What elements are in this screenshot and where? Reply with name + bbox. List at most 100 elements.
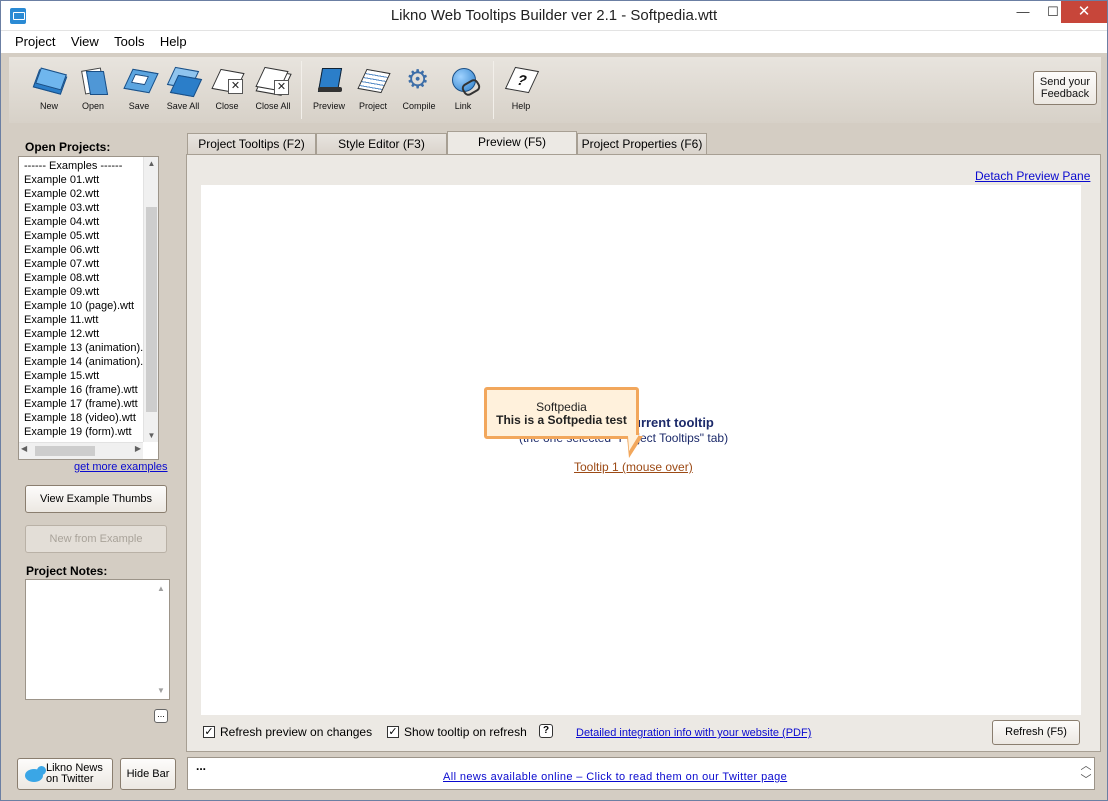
feedback-line2: Feedback <box>1040 88 1090 100</box>
save-all-label: Save All <box>166 101 200 111</box>
integration-info-link[interactable]: Detailed integration info with your webs… <box>576 727 811 739</box>
projects-horizontal-scrollbar[interactable]: ◀ ▶ <box>19 442 143 459</box>
compile-icon <box>404 65 434 95</box>
list-item[interactable]: Example 16 (frame).wtt <box>24 383 158 397</box>
scroll-thumb[interactable] <box>35 446 95 456</box>
list-item[interactable]: Example 11.wtt <box>24 313 158 327</box>
likno-news-twitter-button[interactable]: Likno News on Twitter <box>17 758 113 790</box>
close-window-button[interactable]: ✕ <box>1061 1 1107 23</box>
close-button[interactable]: Close <box>205 61 249 117</box>
project-notes-label: Project Notes: <box>26 564 108 578</box>
list-item[interactable]: Example 07.wtt <box>24 257 158 271</box>
new-button[interactable]: New <box>27 61 71 117</box>
close-all-button[interactable]: Close All <box>251 61 295 117</box>
toolbar-separator <box>301 61 302 119</box>
projects-vertical-scrollbar[interactable]: ▲ ▼ <box>143 157 158 442</box>
open-projects-list[interactable]: ------ Examples ------ Example 01.wtt Ex… <box>18 156 159 460</box>
refresh-on-changes-checkbox[interactable]: ✓ <box>203 726 215 738</box>
tooltip-preview-link[interactable]: Tooltip 1 (mouse over) <box>574 460 693 474</box>
get-more-examples-link[interactable]: get more examples <box>74 461 168 473</box>
hide-bar-button[interactable]: Hide Bar <box>120 758 176 790</box>
main-window: Likno Web Tooltips Builder ver 2.1 - Sof… <box>0 0 1108 801</box>
list-item[interactable]: Example 10 (page).wtt <box>24 299 158 313</box>
list-item[interactable]: Example 14 (animation).w <box>24 355 158 369</box>
list-item[interactable]: Example 01.wtt <box>24 173 158 187</box>
list-item[interactable]: Example 08.wtt <box>24 271 158 285</box>
close-all-icon <box>258 65 289 95</box>
chevron-down-icon[interactable]: ﹀ <box>1081 774 1092 786</box>
close-label: Close <box>215 101 239 111</box>
tooltip-popup: Softpedia This is a Softpedia test <box>484 387 639 439</box>
save-all-button[interactable]: Save All <box>161 61 205 117</box>
view-example-thumbs-button[interactable]: View Example Thumbs <box>25 485 167 513</box>
link-button[interactable]: Link <box>441 61 485 117</box>
chevron-up-icon[interactable]: ︿ <box>1081 760 1092 772</box>
list-item[interactable]: Example 05.wtt <box>24 229 158 243</box>
scroll-thumb[interactable] <box>146 207 157 412</box>
send-feedback-button[interactable]: Send your Feedback <box>1033 71 1097 105</box>
news-scroll-buttons[interactable]: ︿ ﹀ <box>1079 759 1093 789</box>
help-button[interactable]: Help <box>499 61 543 117</box>
close-icon <box>212 65 243 95</box>
help-question-icon[interactable]: ? <box>539 724 553 738</box>
refresh-button[interactable]: Refresh (F5) <box>992 720 1080 745</box>
preview-icon <box>314 65 344 95</box>
scroll-down-icon[interactable]: ▼ <box>144 431 158 440</box>
list-item[interactable]: Example 03.wtt <box>24 201 158 215</box>
link-label: Link <box>454 101 472 111</box>
list-item[interactable]: Example 06.wtt <box>24 243 158 257</box>
preview-button[interactable]: Preview <box>307 61 351 117</box>
project-button[interactable]: Project <box>351 61 395 117</box>
tooltip-text: This is a Softpedia test <box>496 413 627 427</box>
scroll-down-icon[interactable]: ▼ <box>157 686 165 695</box>
help-label: Help <box>511 101 531 111</box>
new-from-example-button[interactable]: New from Example <box>25 525 167 553</box>
list-item[interactable]: Example 17 (frame).wtt <box>24 397 158 411</box>
tab-preview[interactable]: Preview (F5) <box>447 131 577 156</box>
show-tooltip-on-refresh-label: Show tooltip on refresh <box>404 725 527 739</box>
new-label: New <box>39 101 58 111</box>
minimize-button[interactable]: — <box>1009 1 1037 23</box>
show-tooltip-on-refresh-checkbox[interactable]: ✓ <box>387 726 399 738</box>
menu-bar: Project View Tools Help <box>1 31 1107 53</box>
scroll-right-icon[interactable]: ▶ <box>135 444 141 453</box>
scroll-up-icon[interactable]: ▲ <box>157 584 165 593</box>
tab-project-properties[interactable]: Project Properties (F6) <box>577 133 707 155</box>
open-button[interactable]: Open <box>71 61 115 117</box>
preview-heading: urrent tooltip <box>633 415 714 430</box>
project-label: Project <box>358 101 387 111</box>
project-notes-textarea[interactable]: ▲ ▼ <box>25 579 170 700</box>
menu-view[interactable]: View <box>65 31 105 52</box>
scroll-left-icon[interactable]: ◀ <box>21 444 27 453</box>
list-item[interactable]: Example 18 (video).wtt <box>24 411 158 425</box>
new-project-icon <box>34 65 64 95</box>
scroll-up-icon[interactable]: ▲ <box>144 159 158 168</box>
compile-label: Compile <box>402 101 436 111</box>
list-item[interactable]: Example 19 (form).wtt <box>24 425 158 439</box>
compile-button[interactable]: Compile <box>397 61 441 117</box>
window-title: Likno Web Tooltips Builder ver 2.1 - Sof… <box>390 7 718 24</box>
list-item[interactable]: Example 13 (animation).w <box>24 341 158 355</box>
list-item[interactable]: Example 15.wtt <box>24 369 158 383</box>
menu-project[interactable]: Project <box>9 31 61 52</box>
list-item[interactable]: ------ Examples ------ <box>24 159 158 173</box>
save-all-icon <box>168 65 198 95</box>
tab-project-tooltips[interactable]: Project Tooltips (F2) <box>187 133 316 155</box>
feedback-line1: Send your <box>1039 76 1091 88</box>
open-label: Open <box>81 101 105 111</box>
list-item[interactable]: Example 02.wtt <box>24 187 158 201</box>
menu-help[interactable]: Help <box>154 31 193 52</box>
notes-more-button[interactable]: ... <box>154 709 168 723</box>
twitter-news-link[interactable]: All news available online – Click to rea… <box>443 771 787 783</box>
detach-preview-pane-link[interactable]: Detach Preview Pane <box>975 169 1090 183</box>
preview-label: Preview <box>312 101 345 111</box>
save-button[interactable]: Save <box>117 61 161 117</box>
tab-style-editor[interactable]: Style Editor (F3) <box>316 133 447 155</box>
toolbar: New Open Save Save All Close Close All P… <box>9 57 1101 123</box>
menu-tools[interactable]: Tools <box>108 31 150 52</box>
list-item[interactable]: Example 04.wtt <box>24 215 158 229</box>
list-item[interactable]: Example 12.wtt <box>24 327 158 341</box>
notes-scrollbar[interactable]: ▲ ▼ <box>154 580 169 699</box>
title-bar: Likno Web Tooltips Builder ver 2.1 - Sof… <box>1 1 1107 31</box>
list-item[interactable]: Example 09.wtt <box>24 285 158 299</box>
